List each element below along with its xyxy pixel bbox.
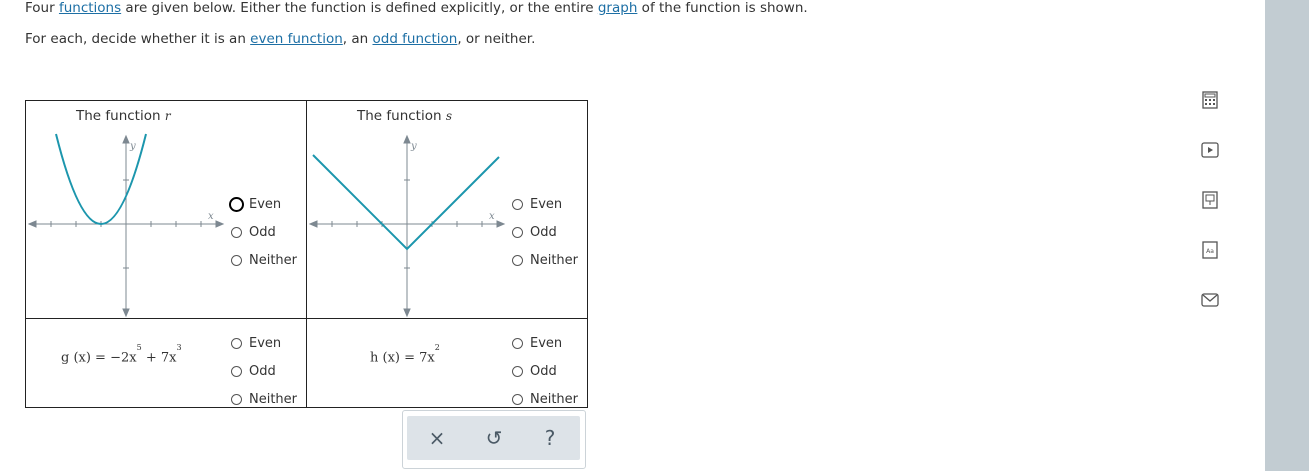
link-odd-function[interactable]: odd function	[372, 31, 457, 47]
functions-grid: The function r y x Even Odd Neither The …	[25, 100, 588, 408]
instruction-line-2: For each, decide whether it is an even f…	[25, 31, 536, 47]
option-h-neither[interactable]: Neither	[512, 385, 578, 413]
help-icon: ?	[544, 426, 556, 450]
radio-group-r: Even Odd Neither	[229, 190, 297, 274]
cell-function-s: The function s y x Even Odd Neither	[306, 100, 588, 319]
option-s-odd[interactable]: Odd	[512, 218, 578, 246]
option-h-even[interactable]: Even	[512, 329, 578, 357]
toolbar-inner: × ↺ ?	[407, 416, 580, 460]
option-r-even[interactable]: Even	[229, 190, 297, 218]
radio-button[interactable]	[512, 365, 523, 377]
cell-function-h: h (x) = 7x2 Even Odd Neither	[306, 318, 588, 408]
undo-button[interactable]: ↺	[482, 426, 506, 450]
close-icon: ×	[428, 426, 446, 450]
option-g-even[interactable]: Even	[231, 329, 297, 357]
tools-icon-column: Aa	[1200, 90, 1224, 340]
radio-button[interactable]	[512, 198, 523, 210]
option-s-neither[interactable]: Neither	[512, 246, 578, 274]
radio-button[interactable]	[231, 254, 242, 266]
play-video-icon[interactable]	[1200, 140, 1220, 160]
option-r-neither[interactable]: Neither	[231, 246, 297, 274]
radio-button[interactable]	[229, 196, 244, 212]
radio-button[interactable]	[231, 365, 242, 377]
link-even-function[interactable]: even function	[250, 31, 343, 47]
cell-function-g: g (x) = −2x5 + 7x3 Even Odd Neither	[25, 318, 307, 408]
undo-icon: ↺	[485, 426, 503, 450]
help-button[interactable]: ?	[538, 426, 562, 450]
option-g-neither[interactable]: Neither	[231, 385, 297, 413]
glossary-icon[interactable]: Aa	[1200, 240, 1220, 260]
graph-s: y x	[308, 134, 506, 318]
option-h-odd[interactable]: Odd	[512, 357, 578, 385]
cell-function-r: The function r y x Even Odd Neither	[25, 100, 307, 319]
radio-group-g: Even Odd Neither	[231, 329, 297, 413]
y-axis-label: y	[129, 141, 136, 152]
x-axis-label: x	[489, 211, 495, 222]
radio-group-h: Even Odd Neither	[512, 329, 578, 413]
option-g-odd[interactable]: Odd	[231, 357, 297, 385]
mail-icon[interactable]	[1200, 290, 1220, 310]
option-r-odd[interactable]: Odd	[231, 218, 297, 246]
radio-button[interactable]	[512, 337, 523, 349]
x-axis-label: x	[208, 211, 214, 222]
option-s-even[interactable]: Even	[512, 190, 578, 218]
radio-button[interactable]	[512, 393, 523, 405]
answer-toolbar: × ↺ ?	[402, 410, 586, 469]
radio-button[interactable]	[231, 226, 242, 238]
svg-text:Aa: Aa	[1206, 248, 1214, 255]
instruction-line-1: Four functions are given below. Either t…	[25, 0, 808, 16]
clear-button[interactable]: ×	[425, 426, 449, 450]
radio-button[interactable]	[231, 393, 242, 405]
radio-group-s: Even Odd Neither	[512, 190, 578, 274]
radio-button[interactable]	[512, 254, 523, 266]
right-scrollbar-panel	[1265, 0, 1309, 471]
link-functions[interactable]: functions	[59, 0, 121, 16]
y-axis-label: y	[410, 141, 417, 152]
radio-button[interactable]	[231, 337, 242, 349]
ebook-icon[interactable]	[1200, 190, 1220, 210]
graph-r: y x	[27, 133, 225, 318]
curve-s	[312, 154, 500, 251]
link-graph[interactable]: graph	[598, 0, 638, 16]
formula-g: g (x) = −2x5 + 7x3	[61, 343, 182, 366]
calculator-icon[interactable]	[1200, 90, 1220, 110]
radio-button[interactable]	[512, 226, 523, 238]
formula-h: h (x) = 7x2	[370, 343, 440, 366]
